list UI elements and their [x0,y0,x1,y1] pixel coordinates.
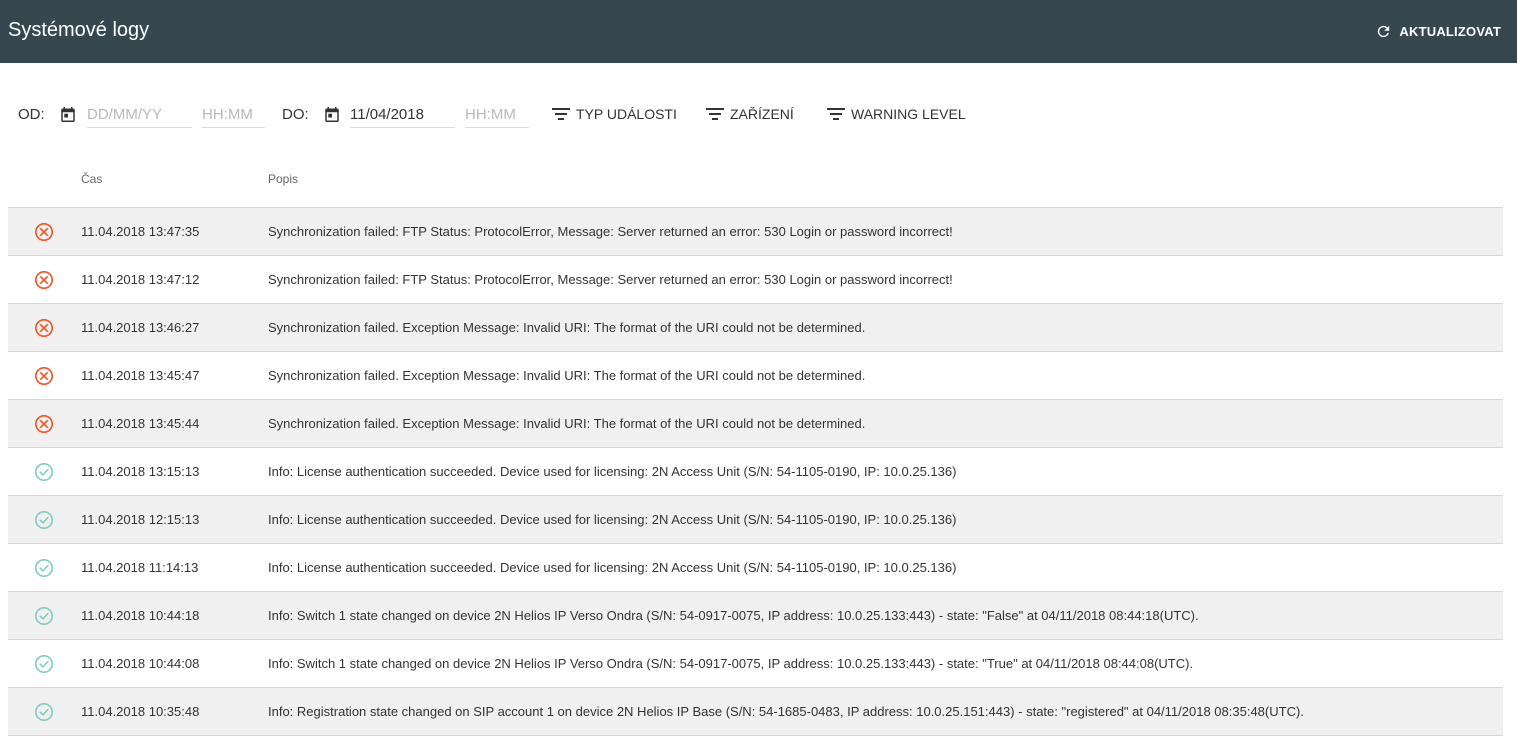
log-time: 11.04.2018 10:44:18 [81,608,200,623]
log-description: Synchronization failed: FTP Status: Prot… [268,272,953,287]
log-row[interactable]: 11.04.2018 13:47:35 Synchronization faile… [8,208,1503,256]
error-icon [34,366,54,386]
to-date-input[interactable]: 11/04/2018 [350,100,455,128]
device-filter-label: ZAŘÍZENÍ [730,106,794,122]
column-header-time[interactable]: Čas [81,172,102,186]
filter-icon [706,108,724,120]
success-icon [34,462,54,482]
event-type-filter-label: TYP UDÁLOSTI [576,106,677,122]
log-description: Info: Switch 1 state changed on device 2… [268,608,1199,623]
refresh-icon [1378,25,1390,37]
warning-level-filter-button[interactable]: WARNING LEVEL [827,105,966,123]
filter-bar: OD: DD/MM/YY HH:MM DO: 11/04/2018 HH:MM … [0,96,1517,132]
log-row[interactable]: 11.04.2018 13:45:44 Synchronization faile… [8,400,1503,448]
page-title: Systémové logy [8,19,150,41]
from-date-input[interactable]: DD/MM/YY [87,100,192,128]
success-icon [34,606,54,626]
success-icon [34,510,54,530]
to-label: DO: [282,106,309,123]
log-description: Synchronization failed. Exception Messag… [268,416,866,431]
log-row[interactable]: 11.04.2018 13:45:47 Synchronization faile… [8,352,1503,400]
log-description: Synchronization failed. Exception Messag… [268,320,866,335]
to-time-input[interactable]: HH:MM [465,100,529,128]
log-time: 11.04.2018 13:47:35 [81,224,200,239]
success-icon [34,702,54,722]
log-time: 11.04.2018 10:44:08 [81,656,200,671]
log-description: Synchronization failed: FTP Status: Prot… [268,224,953,239]
column-header-description[interactable]: Popis [268,172,298,186]
from-label: OD: [18,106,45,123]
log-time: 11.04.2018 13:45:47 [81,368,200,383]
log-row[interactable]: 11.04.2018 13:46:27 Synchronization faile… [8,304,1503,352]
calendar-icon[interactable] [323,105,341,124]
log-time: 11.04.2018 12:15:13 [81,512,200,527]
log-row[interactable]: 11.04.2018 10:44:08 Info: Switch 1 state … [8,640,1503,688]
error-icon [34,270,54,290]
refresh-label: AKTUALIZOVAT [1399,23,1501,39]
log-description: Info: Registration state changed on SIP … [268,704,1304,719]
success-icon [34,558,54,578]
from-time-input[interactable]: HH:MM [202,100,265,128]
log-row[interactable]: 11.04.2018 11:14:13 Info: License authent… [8,544,1503,592]
log-time: 11.04.2018 13:47:12 [81,272,200,287]
log-description: Info: License authentication succeeded. … [268,464,957,479]
log-description: Info: License authentication succeeded. … [268,512,957,527]
log-description: Synchronization failed. Exception Messag… [268,368,866,383]
log-description: Info: License authentication succeeded. … [268,560,957,575]
log-row[interactable]: 11.04.2018 10:44:18 Info: Switch 1 state … [8,592,1503,640]
log-time: 11.04.2018 13:45:44 [81,416,200,431]
log-row[interactable]: 11.04.2018 13:47:12 Synchronization faile… [8,256,1503,304]
error-icon [34,318,54,338]
warning-level-filter-label: WARNING LEVEL [851,106,966,122]
log-time: 11.04.2018 13:46:27 [81,320,200,335]
log-time: 11.04.2018 10:35:48 [81,704,200,719]
log-row[interactable]: 11.04.2018 12:15:13 Info: License authent… [8,496,1503,544]
filter-icon [552,108,570,120]
error-icon [34,222,54,242]
refresh-button[interactable]: AKTUALIZOVAT [1375,21,1501,41]
log-description: Info: Switch 1 state changed on device 2… [268,656,1194,671]
calendar-icon[interactable] [59,105,77,124]
success-icon [34,654,54,674]
filter-icon [827,108,845,120]
event-type-filter-button[interactable]: TYP UDÁLOSTI [552,105,677,123]
app-header: Systémové logy AKTUALIZOVAT [0,0,1517,63]
log-row[interactable]: 11.04.2018 10:35:48 Info: Registration st… [8,688,1503,736]
log-table: 11.04.2018 13:47:35 Synchronization faile… [8,207,1503,736]
log-time: 11.04.2018 13:15:13 [81,464,200,479]
log-row[interactable]: 11.04.2018 13:15:13 Info: License authent… [8,448,1503,496]
log-time: 11.04.2018 11:14:13 [81,560,199,575]
error-icon [34,414,54,434]
device-filter-button[interactable]: ZAŘÍZENÍ [706,105,794,123]
